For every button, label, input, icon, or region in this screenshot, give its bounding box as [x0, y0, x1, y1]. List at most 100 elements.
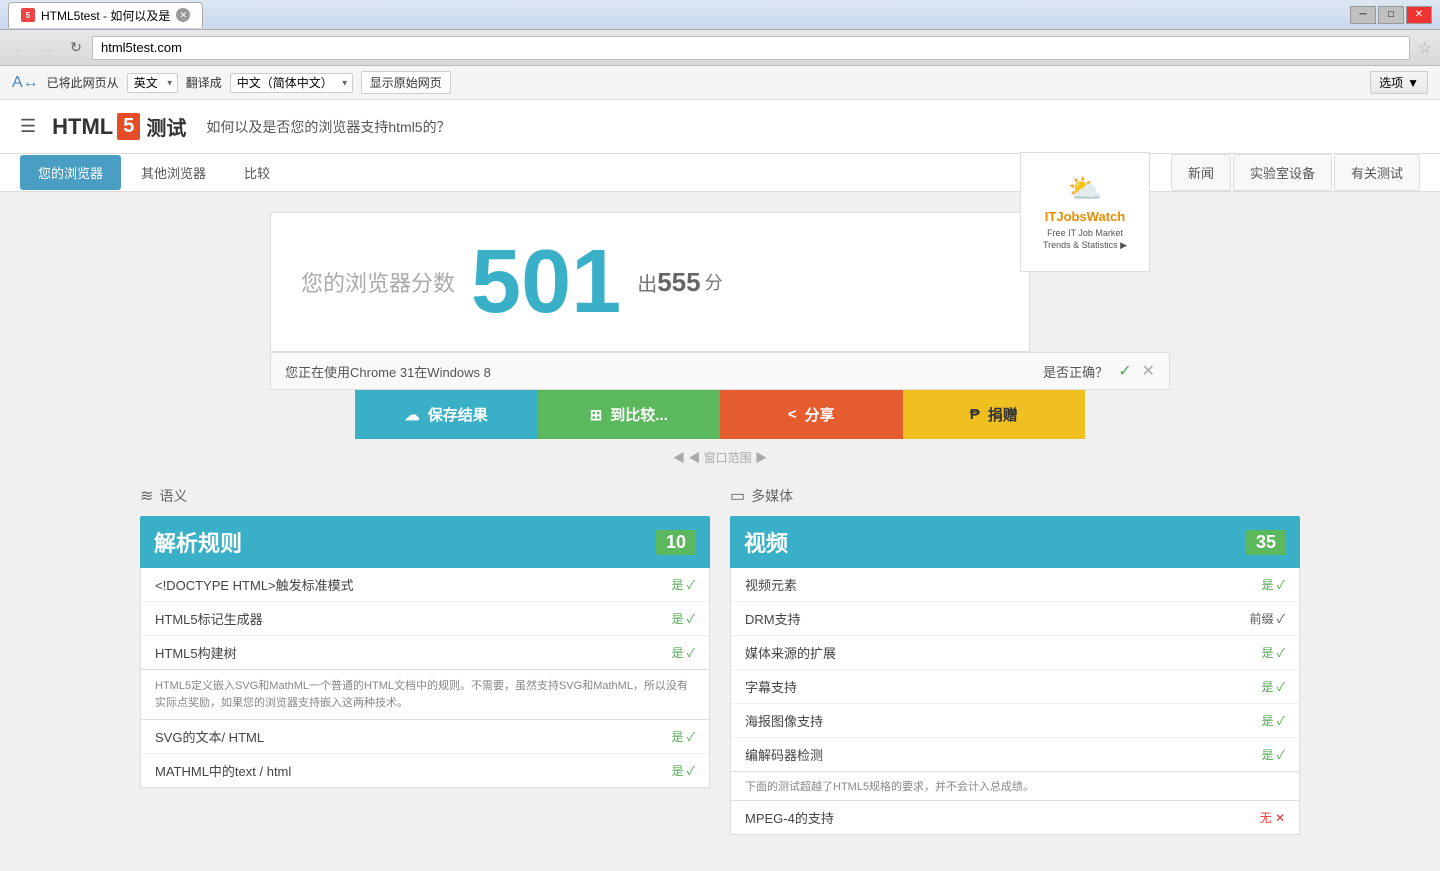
item-label: 媒体来源的扩展	[745, 643, 836, 662]
tab-compare[interactable]: 比较	[226, 155, 288, 190]
tab-close-button[interactable]: ✕	[176, 8, 190, 22]
hamburger-menu-icon[interactable]: ☰	[20, 116, 36, 137]
html5-badge: 5	[117, 113, 140, 140]
tab-label: HTML5test - 如何以及是	[41, 7, 170, 24]
semantics-col-icon: ≋	[140, 486, 153, 506]
save-label: 保存结果	[428, 404, 488, 425]
compare-label: 到比较...	[610, 404, 668, 425]
address-bar-area: ← → ↻ ☆	[0, 30, 1440, 66]
save-icon: ☁	[405, 406, 420, 424]
list-item: HTML5标记生成器 是 ✓	[141, 602, 709, 636]
site-nav: 您的浏览器 其他浏览器 比较 新闻 实验室设备 有关测试	[0, 154, 1440, 192]
score-number: 501	[471, 237, 621, 327]
tab-lab-devices[interactable]: 实验室设备	[1233, 154, 1332, 191]
site-header: ☰ HTML 5 测试 如何以及是否您的浏览器支持html5的？	[0, 100, 1440, 154]
share-icon: <	[788, 406, 797, 423]
multimedia-column: ▭ 多媒体 视频 35 视频元素 是 ✓ DRM支持 前缀 ✓	[730, 486, 1300, 851]
video-score: 35	[1246, 530, 1286, 555]
compare-button[interactable]: ⊞ 到比较...	[538, 390, 721, 439]
parse-rules-title: 解析规则	[154, 526, 242, 558]
bookmark-icon[interactable]: ☆	[1418, 38, 1432, 58]
tab-favicon: 5	[21, 8, 35, 22]
video-title-bar: 视频 35	[730, 516, 1300, 568]
nav-tabs-left: 您的浏览器 其他浏览器 比较	[20, 155, 1171, 190]
item-label: HTML5标记生成器	[155, 609, 263, 628]
video-block: 视频 35 视频元素 是 ✓ DRM支持 前缀 ✓ 媒体来源的扩展 是 ✓	[730, 516, 1300, 835]
browser-tab[interactable]: 5 HTML5test - 如何以及是 ✕	[8, 2, 203, 28]
tab-other-browsers[interactable]: 其他浏览器	[123, 155, 224, 190]
item-status: 是 ✓	[671, 576, 695, 593]
parse-rules-items: <!DOCTYPE HTML>触发标准模式 是 ✓ HTML5标记生成器 是 ✓…	[140, 568, 710, 670]
list-item: 媒体来源的扩展 是 ✓	[731, 636, 1299, 670]
semantics-column: ≋ 语义 解析规则 10 <!DOCTYPE HTML>触发标准模式 是 ✓ H…	[140, 486, 710, 851]
list-item: DRM支持 前缀 ✓	[731, 602, 1299, 636]
item-status: 是 ✓	[1261, 644, 1285, 661]
tab-your-browser[interactable]: 您的浏览器	[20, 155, 121, 190]
video-items: 视频元素 是 ✓ DRM支持 前缀 ✓ 媒体来源的扩展 是 ✓ 字幕支持 是 ✓	[730, 568, 1300, 772]
donate-icon: ₱	[970, 406, 980, 423]
features-area: ≋ 语义 解析规则 10 <!DOCTYPE HTML>触发标准模式 是 ✓ H…	[120, 476, 1320, 871]
multimedia-col-label: 多媒体	[751, 486, 793, 506]
site-logo: HTML 5 测试	[52, 112, 186, 141]
correct-check-icon[interactable]: ✓	[1118, 361, 1131, 381]
item-label: 编解码器检测	[745, 745, 823, 764]
test-label: 测试	[146, 112, 186, 141]
forward-button[interactable]: →	[36, 36, 60, 60]
save-results-button[interactable]: ☁ 保存结果	[355, 390, 538, 439]
score-max: 555	[657, 267, 700, 298]
video-extra-note: 下面的测试超越了HTML5规格的要求，并不会计入总成绩。	[730, 772, 1300, 801]
tab-news[interactable]: 新闻	[1171, 154, 1231, 191]
list-item: 编解码器检测 是 ✓	[731, 738, 1299, 771]
list-item: MATHML中的text / html 是 ✓	[141, 754, 709, 787]
donate-label: 捐赠	[988, 404, 1018, 425]
translate-icon: A↔	[12, 74, 39, 92]
tab-about-test[interactable]: 有关测试	[1334, 154, 1420, 191]
list-item: 视频元素 是 ✓	[731, 568, 1299, 602]
browser-title-bar: 5 HTML5test - 如何以及是 ✕ ─ □ ✕	[0, 0, 1440, 30]
translate-options-button[interactable]: 选项 ▼	[1370, 71, 1428, 94]
item-label: 海报图像支持	[745, 711, 823, 730]
translate-bar: A↔ 已将此网页从 英文 翻译成 中文（简体中文） 显示原始网页 选项 ▼	[0, 66, 1440, 100]
share-button[interactable]: < 分享	[720, 390, 903, 439]
correct-close-icon[interactable]: ✕	[1142, 361, 1155, 381]
from-lang-select-wrap: 英文	[127, 73, 178, 93]
to-lang-select-wrap: 中文（简体中文）	[230, 73, 353, 93]
correct-label: 是否正确？	[1043, 362, 1108, 381]
back-button[interactable]: ←	[8, 36, 32, 60]
from-lang-select[interactable]: 英文	[127, 73, 178, 93]
html-text: HTML	[52, 114, 113, 140]
score-card: 您的浏览器分数 501 出 555 分	[270, 212, 1030, 352]
parse-rules-extra-items: SVG的文本/ HTML 是 ✓ MATHML中的text / html 是 ✓	[140, 720, 710, 788]
list-item: <!DOCTYPE HTML>触发标准模式 是 ✓	[141, 568, 709, 602]
item-label: HTML5构建树	[155, 643, 237, 662]
minimize-button[interactable]: ─	[1350, 6, 1376, 24]
item-status: 是 ✓	[671, 762, 695, 779]
show-original-button[interactable]: 显示原始网页	[361, 71, 451, 94]
score-label: 您的浏览器分数	[301, 266, 455, 298]
nav-tabs-right: 新闻 实验室设备 有关测试	[1171, 154, 1420, 191]
list-item: SVG的文本/ HTML 是 ✓	[141, 720, 709, 754]
sys-info-text: 您正在使用Chrome 31在Windows 8	[285, 362, 491, 381]
sys-info-right: 是否正确？ ✓ ✕	[1043, 361, 1155, 381]
options-label: 选项	[1379, 74, 1403, 91]
scroll-hint: ◀ ◀ 窗口范围 ▶	[20, 439, 1420, 476]
item-status: 是 ✓	[671, 610, 695, 627]
item-status: 无 ✕	[1260, 809, 1285, 826]
maximize-button[interactable]: □	[1378, 6, 1404, 24]
action-bar: ☁ 保存结果 ⊞ 到比较... < 分享 ₱ 捐赠	[355, 390, 1085, 439]
video-title: 视频	[744, 526, 788, 558]
item-label: MATHML中的text / html	[155, 761, 291, 780]
to-lang-select[interactable]: 中文（简体中文）	[230, 73, 353, 93]
score-suffix: 分	[705, 269, 723, 295]
address-input[interactable]	[92, 36, 1410, 60]
ad-box: ⛅ ITJobsWatch Free IT Job MarketTrends &…	[1020, 152, 1150, 272]
close-button[interactable]: ✕	[1406, 6, 1432, 24]
item-status: 是 ✓	[1261, 678, 1285, 695]
reload-button[interactable]: ↻	[64, 36, 88, 60]
parse-rules-note: HTML5定义嵌入SVG和MathML一个普通的HTML文档中的规则。不需要，虽…	[140, 670, 710, 720]
item-label: MPEG-4的支持	[745, 808, 834, 827]
donate-button[interactable]: ₱ 捐赠	[903, 390, 1086, 439]
item-status: 是 ✓	[671, 644, 695, 661]
window-controls: ─ □ ✕	[1350, 6, 1432, 24]
sys-info-wrapper: 您正在使用Chrome 31在Windows 8 是否正确？ ✓ ✕ ☁ 保存结…	[270, 352, 1170, 439]
